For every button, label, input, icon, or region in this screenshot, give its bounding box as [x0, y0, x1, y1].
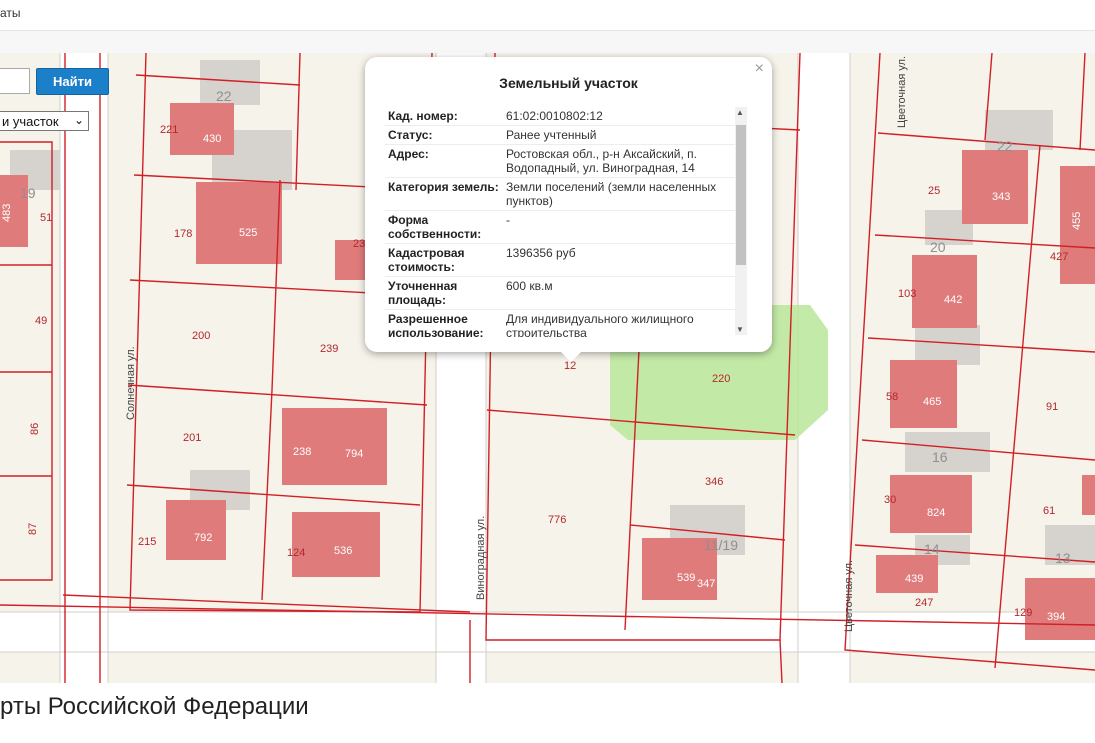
- svg-text:455: 455: [1071, 212, 1083, 230]
- svg-text:22: 22: [216, 88, 232, 104]
- svg-text:465: 465: [923, 396, 941, 408]
- svg-text:439: 439: [905, 573, 923, 585]
- svg-text:86: 86: [29, 423, 41, 435]
- svg-text:346: 346: [705, 476, 723, 488]
- search-input[interactable]: [0, 68, 30, 94]
- svg-text:442: 442: [944, 294, 962, 306]
- svg-text:221: 221: [160, 124, 178, 136]
- svg-text:247: 247: [915, 597, 933, 609]
- attr-key: Категория земель:: [388, 180, 499, 194]
- popup-tip: [561, 352, 581, 362]
- attr-value: Ранее учтенный: [506, 128, 597, 142]
- svg-text:30: 30: [884, 494, 896, 506]
- svg-text:394: 394: [1047, 611, 1065, 623]
- svg-text:776: 776: [548, 514, 566, 526]
- attr-key: Статус:: [388, 128, 433, 142]
- attr-row-area: Уточненная площадь: 600 кв.м: [385, 277, 735, 310]
- attr-row-cadastral-value: Кадастровая стоимость: 1396356 руб: [385, 244, 735, 277]
- svg-text:61: 61: [1043, 505, 1055, 517]
- parcel-attributes: Кад. номер: 61:02:0010802:12 Статус: Ран…: [385, 107, 735, 337]
- attr-row-land-category: Категория земель: Земли поселений (земли…: [385, 178, 735, 211]
- top-bar: аты: [0, 0, 1095, 31]
- layer-select-value: и участок: [2, 113, 59, 129]
- svg-text:49: 49: [35, 315, 47, 327]
- svg-text:Виноградная ул.: Виноградная ул.: [475, 516, 487, 600]
- attr-value: 600 кв.м: [506, 279, 553, 293]
- svg-text:238: 238: [293, 446, 311, 458]
- attr-value: -: [506, 213, 510, 227]
- attr-value: Ростовская обл., р-н Аксайский, п. Водоп…: [506, 147, 698, 175]
- svg-text:427: 427: [1050, 251, 1068, 263]
- svg-text:129: 129: [1014, 607, 1032, 619]
- toolbar-strip: [0, 31, 1095, 54]
- svg-text:220: 220: [712, 373, 730, 385]
- svg-text:824: 824: [927, 507, 945, 519]
- svg-text:124: 124: [287, 547, 305, 559]
- svg-text:Солнечная ул.: Солнечная ул.: [125, 346, 137, 420]
- attr-row-status: Статус: Ранее учтенный: [385, 126, 735, 145]
- attr-key: Форма собственности:: [388, 213, 482, 241]
- svg-text:200: 200: [192, 330, 210, 342]
- svg-text:178: 178: [174, 228, 192, 240]
- layer-select[interactable]: и участок ⌄: [0, 111, 89, 131]
- svg-text:536: 536: [334, 545, 352, 557]
- attr-key: Кадастровая стоимость:: [388, 246, 465, 274]
- svg-text:103: 103: [898, 288, 916, 300]
- svg-text:25: 25: [928, 185, 940, 197]
- popup-scrollbar[interactable]: ▲ ▼: [735, 107, 747, 335]
- scroll-down-icon[interactable]: ▼: [736, 325, 744, 334]
- svg-text:Цветочная ул.: Цветочная ул.: [843, 560, 855, 632]
- svg-text:201: 201: [183, 432, 201, 444]
- attr-key: Уточненная площадь:: [388, 279, 458, 307]
- svg-text:430: 430: [203, 133, 221, 145]
- scrollbar-thumb[interactable]: [736, 125, 746, 265]
- svg-text:343: 343: [992, 191, 1010, 203]
- svg-text:91: 91: [1046, 401, 1058, 413]
- svg-text:22: 22: [997, 138, 1013, 154]
- chevron-down-icon: ⌄: [73, 113, 84, 127]
- attr-row-address: Адрес: Ростовская обл., р-н Аксайский, п…: [385, 145, 735, 178]
- svg-text:58: 58: [886, 391, 898, 403]
- svg-text:347: 347: [697, 578, 715, 590]
- svg-text:16: 16: [932, 449, 948, 465]
- attr-key: Кад. номер:: [388, 109, 458, 123]
- svg-text:792: 792: [194, 532, 212, 544]
- svg-text:525: 525: [239, 227, 257, 239]
- svg-text:483: 483: [1, 204, 13, 222]
- page-heading: рты Российской Федерации: [0, 693, 309, 720]
- attr-value: 1396356 руб: [506, 246, 576, 260]
- svg-text:215: 215: [138, 536, 156, 548]
- parcel-info-popup: × Земельный участок Кад. номер: 61:02:00…: [365, 57, 772, 362]
- attr-row-permitted-use: Разрешенное использование: Для индивидуа…: [385, 310, 735, 337]
- svg-text:539: 539: [677, 572, 695, 584]
- attr-row-ownership: Форма собственности: -: [385, 211, 735, 244]
- svg-text:20: 20: [930, 239, 946, 255]
- svg-text:23: 23: [353, 238, 365, 250]
- attr-value: Земли поселений (земли населенных пункто…: [506, 180, 717, 208]
- svg-text:13: 13: [1055, 550, 1071, 566]
- breadcrumb[interactable]: аты: [0, 6, 21, 20]
- popup-title: Земельный участок: [499, 75, 638, 91]
- attr-row-cadastral-number: Кад. номер: 61:02:0010802:12: [385, 107, 735, 126]
- svg-text:19: 19: [20, 185, 36, 201]
- svg-text:11/19: 11/19: [704, 537, 738, 553]
- svg-text:Цветочная ул.: Цветочная ул.: [896, 56, 908, 128]
- find-button-label: Найти: [53, 74, 92, 89]
- scroll-up-icon[interactable]: ▲: [736, 108, 744, 117]
- svg-text:239: 239: [320, 343, 338, 355]
- svg-text:51: 51: [40, 212, 52, 224]
- svg-text:14: 14: [924, 541, 940, 557]
- attr-value: Для индивидуального жилищного строительс…: [506, 312, 694, 337]
- svg-text:794: 794: [345, 448, 363, 460]
- find-button[interactable]: Найти: [36, 68, 109, 95]
- attr-key: Адрес:: [388, 147, 429, 161]
- attr-key: Разрешенное использование:: [388, 312, 484, 337]
- attr-value: 61:02:0010802:12: [506, 109, 603, 123]
- svg-text:87: 87: [27, 523, 39, 535]
